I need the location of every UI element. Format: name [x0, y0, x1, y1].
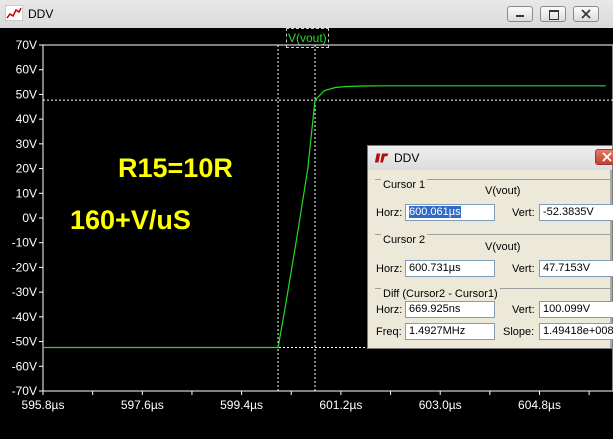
x-tick-label: 604.8µs: [518, 398, 561, 412]
close-icon: [602, 152, 612, 162]
cursor2-horz-field[interactable]: 600.731µs: [405, 260, 495, 277]
diff-slope-label: Slope:: [503, 326, 535, 338]
x-tick-label: 595.8µs: [22, 398, 65, 412]
cursor-dialog: DDV Cursor 1 V(vout) Horz: 600.061µs Ver…: [367, 145, 613, 349]
y-tick-label: -70V: [12, 384, 37, 398]
x-axis-ticks: 595.8µs 597.6µs 599.4µs 601.2µs 603.0µs 604.8…: [22, 391, 590, 412]
diff-freq-field[interactable]: 1.4927MHz: [405, 323, 495, 340]
diff-freq-label: Freq:: [376, 326, 402, 338]
y-tick-label: 30V: [16, 137, 37, 151]
minimize-button[interactable]: [507, 6, 533, 22]
diff-horz-field[interactable]: 669.925ns: [405, 301, 495, 318]
maximize-button[interactable]: [540, 6, 566, 22]
y-tick-label: 20V: [16, 162, 37, 176]
cursor-dialog-title-bar[interactable]: DDV: [368, 146, 613, 170]
x-tick-label: 603.0µs: [419, 398, 462, 412]
diff-horz-label: Horz:: [376, 304, 403, 316]
minimize-icon: [516, 15, 524, 17]
cursor2-trace: V(vout): [485, 241, 521, 253]
cursor2-vert-label: Vert:: [512, 263, 535, 275]
cursor2-vert-field[interactable]: 47.7153V: [539, 260, 613, 277]
annotation-slew-rate: 160+V/uS: [70, 205, 191, 235]
cursor1-horz-field[interactable]: 600.061µs: [405, 204, 495, 221]
cursor1-group-label: Cursor 1: [381, 179, 428, 191]
close-icon: [581, 9, 591, 19]
diff-vert-label: Vert:: [512, 304, 535, 316]
cursor1-vert-label: Vert:: [512, 207, 535, 219]
y-tick-label: 40V: [16, 112, 37, 126]
y-tick-label: 50V: [16, 87, 37, 101]
cursor-dialog-title: DDV: [394, 151, 420, 165]
x-tick-label: 601.2µs: [319, 398, 362, 412]
diff-slope-field[interactable]: 1.49418e+008: [539, 323, 613, 340]
cursor1-vert-field[interactable]: -52.3835V: [539, 204, 613, 221]
waveform-app-icon: [5, 5, 23, 21]
y-tick-label: -40V: [12, 310, 37, 324]
cursor2-horz-label: Horz:: [376, 263, 403, 275]
trace-label: V(vout): [288, 31, 327, 45]
y-tick-label: -50V: [12, 335, 37, 349]
window-title: DDV: [28, 7, 54, 21]
y-tick-label: -20V: [12, 260, 37, 274]
x-tick-label: 599.4µs: [220, 398, 263, 412]
y-tick-label: 10V: [16, 186, 37, 200]
diff-vert-field[interactable]: 100.099V: [539, 301, 613, 318]
cursor1-trace: V(vout): [485, 185, 521, 197]
y-tick-label: -30V: [12, 285, 37, 299]
x-tick-label: 597.6µs: [121, 398, 164, 412]
restore-icon: [549, 10, 559, 20]
cursor1-horz-value: 600.061µs: [409, 206, 461, 218]
y-axis-ticks: 70V 60V 50V 40V 30V 20V 10V 0V -10V -20V -30V -40V -…: [12, 38, 43, 398]
y-tick-label: 70V: [16, 38, 37, 52]
cursor1-horz-label: Horz:: [376, 207, 403, 219]
ltspice-logo-icon: [374, 153, 389, 163]
title-bar[interactable]: DDV: [0, 0, 613, 29]
y-tick-label: -60V: [12, 359, 37, 373]
y-tick-label: 60V: [16, 63, 37, 77]
cursor2-group-label: Cursor 2: [381, 234, 428, 246]
y-tick-label: 0V: [22, 211, 37, 225]
diff-group-label: Diff (Cursor2 - Cursor1): [381, 288, 500, 300]
y-tick-label: -10V: [12, 236, 37, 250]
close-button[interactable]: [573, 6, 599, 22]
annotation-r15: R15=10R: [118, 153, 233, 183]
cursor-dialog-close-button[interactable]: [595, 149, 613, 165]
trace-label-box[interactable]: V(vout): [286, 28, 329, 48]
